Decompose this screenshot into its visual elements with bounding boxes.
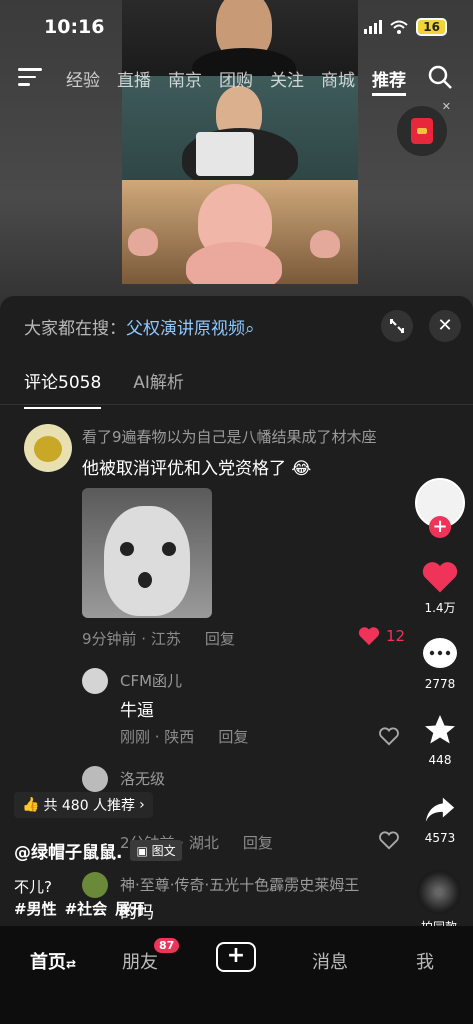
comment-username[interactable]: CFM函儿 xyxy=(120,670,182,691)
post-type-badge: ▣ 图文 xyxy=(130,840,182,861)
status-bar: 10:16 16 xyxy=(0,12,473,42)
star-icon xyxy=(425,715,455,744)
friends-badge: 87 xyxy=(154,938,180,953)
share-count: 4573 xyxy=(424,831,456,845)
share-button[interactable]: 4573 xyxy=(415,792,465,845)
hashtag[interactable]: #男性 xyxy=(14,898,57,919)
heart-outline-icon[interactable] xyxy=(378,726,400,746)
nav-home[interactable]: 首页⇄ xyxy=(30,948,76,974)
avatar[interactable] xyxy=(24,424,72,472)
nav-me[interactable]: 我 xyxy=(416,948,434,974)
tab-live[interactable]: 直播 xyxy=(117,66,151,96)
top-nav: 经验 直播 南京 团购 关注 商城 推荐 xyxy=(0,62,473,96)
share-arrow-icon xyxy=(425,797,455,822)
search-icon[interactable] xyxy=(427,64,453,90)
follow-plus-icon[interactable]: + xyxy=(429,516,451,538)
create-post-button[interactable]: + xyxy=(216,942,256,972)
search-icon: ⌕ xyxy=(245,319,255,339)
comment-text: 牛逼 xyxy=(120,701,154,721)
chevron-right-icon: › xyxy=(139,797,145,813)
tab-group-buy[interactable]: 团购 xyxy=(219,66,253,96)
caption-text: 不儿? xyxy=(14,878,52,896)
expand-link[interactable]: 展开 xyxy=(115,898,145,919)
avatar[interactable] xyxy=(82,872,108,898)
favorite-button[interactable]: 448 xyxy=(415,712,465,767)
like-count: 1.4万 xyxy=(424,601,456,615)
author-row: @绿帽子鼠鼠. ▣ 图文 xyxy=(14,838,182,863)
hashtag[interactable]: #社会 xyxy=(65,898,108,919)
comment-meta: 刚刚 · 陕西 回复 xyxy=(120,728,249,746)
close-icon[interactable]: ✕ xyxy=(442,100,451,113)
plus-icon: + xyxy=(226,943,246,968)
tab-recommend[interactable]: 推荐 xyxy=(372,66,406,96)
tablet xyxy=(196,132,254,176)
recommend-count: 共 480 人推荐 xyxy=(43,798,136,814)
favorite-count: 448 xyxy=(428,753,452,767)
divider xyxy=(0,404,473,405)
comment-count: 2778 xyxy=(424,677,456,691)
video-frame-pig xyxy=(122,180,358,284)
close-panel-button[interactable]: ✕ xyxy=(429,310,461,342)
expand-icon xyxy=(390,319,404,333)
nav-friends[interactable]: 朋友 xyxy=(122,948,158,974)
menu-icon[interactable] xyxy=(18,68,42,86)
pig-body xyxy=(186,242,282,284)
reply-button[interactable]: 回复 xyxy=(205,630,235,648)
tab-nanjing[interactable]: 南京 xyxy=(168,66,202,96)
comment-username[interactable]: 洛无级 xyxy=(120,768,165,789)
laugh-cry-emoji-icon: 😂 xyxy=(291,459,312,479)
author-name[interactable]: @绿帽子鼠鼠. xyxy=(14,838,122,863)
reply-button[interactable]: 回复 xyxy=(218,728,248,746)
tab-following[interactable]: 关注 xyxy=(270,66,304,96)
like-button[interactable]: 1.4万 xyxy=(415,560,465,616)
bottom-nav: 首页⇄ 朋友 87 + 消息 我 xyxy=(0,926,473,1024)
thumbs-up-icon: 👍 xyxy=(22,797,40,813)
status-time: 10:16 xyxy=(44,16,105,38)
tab-jingyan[interactable]: 经验 xyxy=(66,66,100,96)
comment-like-count: 12 xyxy=(386,627,406,645)
recommend-pill[interactable]: 👍 共 480 人推荐 › xyxy=(14,792,153,818)
nav-messages[interactable]: 消息 xyxy=(312,948,348,974)
signal-icon xyxy=(364,20,383,34)
comment-text: 他被取消评优和入党资格了 😂 xyxy=(82,459,312,479)
image-text-icon: ▣ xyxy=(136,844,152,858)
tab-comments[interactable]: 评论5058 xyxy=(24,368,102,409)
red-packet-icon xyxy=(411,118,433,144)
comment-button[interactable]: 2778 xyxy=(415,636,465,691)
comment-like-button[interactable]: 12 xyxy=(358,626,405,646)
comment-meta: 9分钟前 · 江苏 回复 xyxy=(82,630,235,648)
close-icon: ✕ xyxy=(437,315,453,336)
avatar[interactable] xyxy=(82,668,108,694)
hot-search[interactable]: 大家都在搜：父权演讲原视频⌕ xyxy=(24,314,255,339)
expand-button[interactable] xyxy=(381,310,413,342)
tab-ai-analysis[interactable]: AI解析 xyxy=(133,368,184,409)
comment-image[interactable] xyxy=(82,488,212,618)
comment-username[interactable]: 神·至尊·传奇·五光十色霹雳史莱姆王 xyxy=(120,874,359,895)
switch-arrows-icon: ⇄ xyxy=(66,957,77,971)
hot-search-keyword[interactable]: 父权演讲原视频 xyxy=(126,319,245,339)
heart-icon xyxy=(422,562,458,593)
music-disc-icon xyxy=(417,870,461,914)
red-packet-button[interactable]: ✕ xyxy=(397,100,451,156)
reply-button[interactable]: 回复 xyxy=(243,834,273,852)
comment-bubble-icon xyxy=(423,638,457,668)
hot-search-prefix: 大家都在搜： xyxy=(24,319,126,339)
avatar[interactable] xyxy=(82,766,108,792)
tab-mall[interactable]: 商城 xyxy=(321,66,355,96)
pig-small xyxy=(310,230,340,258)
comment-panel: 大家都在搜：父权演讲原视频⌕ ✕ 评论5058 AI解析 看了9遍春物以为自己是… xyxy=(0,296,473,926)
wifi-icon xyxy=(390,20,408,34)
comment-username[interactable]: 看了9遍春物以为自己是八幡结果成了材木座 xyxy=(82,426,377,447)
heart-icon xyxy=(358,627,380,646)
pig-small xyxy=(128,228,158,256)
caption-tags: #男性 #社会 展开 xyxy=(14,898,145,919)
author-avatar-button[interactable]: + xyxy=(415,478,465,538)
battery-icon: 16 xyxy=(416,18,447,36)
heart-outline-icon[interactable] xyxy=(378,830,400,850)
